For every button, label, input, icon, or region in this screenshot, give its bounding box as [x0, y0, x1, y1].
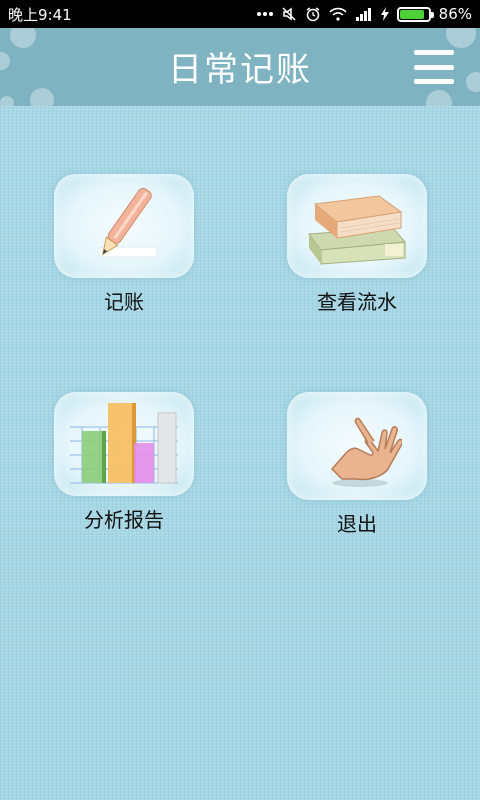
- battery-icon: [396, 6, 434, 22]
- charging-icon: [380, 7, 389, 21]
- report-tile-icon-box: [54, 392, 194, 496]
- menu-icon-bar: [414, 79, 454, 84]
- menu-icon-bar: [414, 50, 454, 55]
- exit-button[interactable]: 退出: [287, 392, 427, 537]
- menu-icon-bar: [414, 64, 454, 70]
- status-bar: 晚上9:41 86%: [0, 0, 480, 28]
- status-time: 晚上9:41: [8, 5, 72, 24]
- header-decoration: [426, 90, 452, 106]
- analysis-report-button[interactable]: 分析报告: [54, 392, 194, 533]
- page-title: 日常记账: [168, 50, 312, 90]
- exit-label: 退出: [337, 512, 377, 536]
- view-transactions-label: 查看流水: [317, 290, 397, 314]
- battery-level: [399, 9, 424, 19]
- wifi-icon: [329, 7, 347, 21]
- menu-button[interactable]: [414, 50, 454, 84]
- record-button[interactable]: 记账: [54, 174, 194, 315]
- battery-percent: 86%: [438, 5, 472, 23]
- more-dots-icon: [256, 11, 273, 17]
- view-transactions-button[interactable]: 查看流水: [287, 174, 427, 315]
- analysis-report-label: 分析报告: [84, 508, 164, 532]
- app-header: 日常记账: [0, 28, 480, 106]
- record-label: 记账: [104, 290, 144, 314]
- exit-tile-icon-box: [287, 392, 427, 500]
- mute-icon: [281, 6, 297, 22]
- books-icon: [301, 182, 413, 270]
- header-decoration: [0, 96, 14, 106]
- status-icons: 86%: [256, 5, 472, 23]
- signal-icon: [355, 7, 373, 21]
- record-tile-icon-box: [54, 174, 194, 278]
- bar-chart-icon: [62, 397, 186, 491]
- pencil-icon: [79, 179, 169, 273]
- view-tile-icon-box: [287, 174, 427, 278]
- alarm-icon: [305, 6, 321, 22]
- hand-icon: [312, 399, 404, 493]
